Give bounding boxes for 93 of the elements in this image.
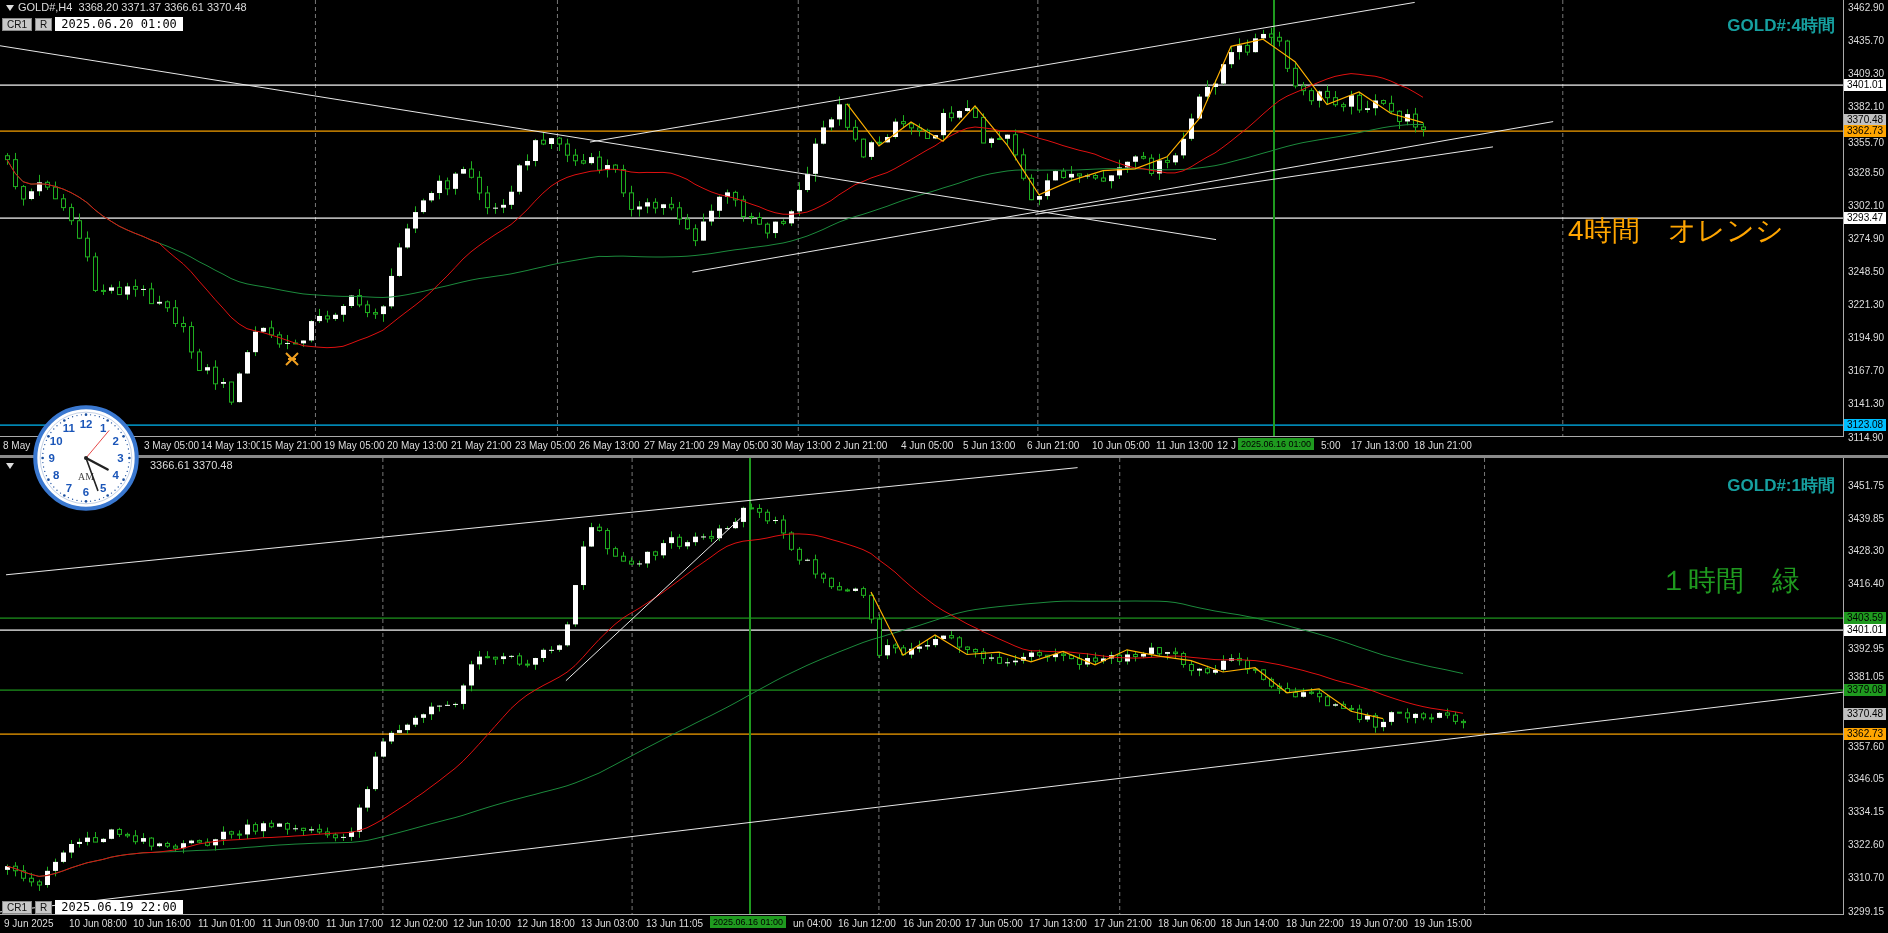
time-label: 17 Jun 05:00 [964, 918, 1024, 929]
price-label: 3382.10 [1848, 101, 1885, 113]
price-tag: 3293.47 [1844, 212, 1887, 224]
price-tag: 3379.08 [1844, 684, 1887, 696]
time-label: 8 May [2, 440, 32, 451]
symbol-info: GOLD#,H4 3368.20 3371.37 3366.61 3370.48 [18, 1, 247, 13]
price-tag: 3370.48 [1844, 114, 1887, 126]
time-label: 16 Jun 12:00 [837, 918, 897, 929]
price-label: 3416.40 [1848, 578, 1885, 590]
time-label: 6 Jun 21:00 [1026, 440, 1081, 451]
price-tag: 3401.01 [1844, 624, 1887, 636]
time-label: 10 Jun 05:00 [1091, 440, 1151, 451]
price-tag: 3370.48 [1844, 708, 1887, 720]
time-label: 12 J [1216, 440, 1237, 451]
time-label: 18 Jun 22:00 [1285, 918, 1345, 929]
price-label: 3462.90 [1848, 2, 1885, 14]
time-label: 19 May 05:00 [323, 440, 386, 451]
price-label: 3299.15 [1848, 906, 1885, 918]
time-label: 18 Jun 06:00 [1157, 918, 1217, 929]
symbol-info: 3366.61 3370.48 [150, 459, 233, 471]
date-field[interactable]: 2025.06.20 01:00 [55, 17, 183, 31]
time-label: 17 Jun 13:00 [1028, 918, 1088, 929]
time-label: 20 May 13:00 [386, 440, 449, 451]
price-label: 3346.05 [1848, 773, 1885, 785]
time-label: 21 May 21:00 [450, 440, 513, 451]
time-label: 12 Jun 10:00 [452, 918, 512, 929]
time-label: un 04:00 [792, 918, 833, 929]
price-tag: 3403.59 [1844, 612, 1887, 624]
price-label: 3428.30 [1848, 545, 1885, 557]
price-label: 3392.95 [1848, 643, 1885, 655]
time-label: 19 Jun 15:00 [1413, 918, 1473, 929]
chart-title: GOLD#:1時間 [1727, 475, 1835, 497]
toolbar-button[interactable]: CR1 [2, 17, 32, 31]
cursor-time-tag: 2025.06.16 01:00 [710, 916, 787, 928]
price-label: 3439.85 [1848, 513, 1885, 525]
toolbar-button[interactable]: R [35, 900, 53, 914]
time-label: 9 Jun 2025 [3, 918, 55, 929]
time-label: 11 Jun 17:00 [325, 918, 385, 929]
time-label: 3 May 05:00 [143, 440, 201, 451]
time-label: 12 Jun 02:00 [389, 918, 449, 929]
time-label: 5 Jun 13:00 [962, 440, 1017, 451]
price-label: 3274.90 [1848, 233, 1885, 245]
time-label: 16 Jun 20:00 [902, 918, 962, 929]
time-label: 10 Jun 08:00 [68, 918, 128, 929]
time-label: 11 Jun 13:00 [1155, 440, 1215, 451]
time-label: 26 May 13:00 [578, 440, 641, 451]
price-label: 3334.15 [1848, 806, 1885, 818]
price-tag: 3123.08 [1844, 419, 1887, 431]
time-label: 13 Jun 11:05 [645, 918, 705, 929]
time-label: 2 Jun 21:00 [834, 440, 889, 451]
price-label: 3328.50 [1848, 167, 1885, 179]
price-label: 3310.70 [1848, 872, 1885, 884]
time-label: 11 Jun 01:00 [197, 918, 257, 929]
price-label: 3322.60 [1848, 839, 1885, 851]
price-label: 3302.10 [1848, 200, 1885, 212]
time-label: 23 May 05:00 [514, 440, 577, 451]
price-label: 3221.30 [1848, 299, 1885, 311]
time-label: 10 Jun 16:00 [132, 918, 192, 929]
time-label: 18 Jun 14:00 [1220, 918, 1280, 929]
time-label: 19 Jun 07:00 [1349, 918, 1409, 929]
time-label: 11 Jun 09:00 [261, 918, 321, 929]
time-label: 5:00 [1320, 440, 1342, 451]
date-field[interactable]: 2025.06.19 22:00 [55, 900, 183, 914]
price-label: 3357.60 [1848, 741, 1885, 753]
time-label: 27 May 21:00 [643, 440, 706, 451]
time-label: 29 May 05:00 [707, 440, 770, 451]
price-label: 3248.50 [1848, 266, 1885, 278]
toolbar-button[interactable]: CR1 [2, 900, 32, 914]
price-label: 3409.30 [1848, 68, 1885, 80]
price-label: 3194.90 [1848, 332, 1885, 344]
chart-note: １時間 緑 [1660, 564, 1800, 598]
time-label: 30 May 13:00 [770, 440, 833, 451]
price-label: 3451.75 [1848, 480, 1885, 492]
price-tag: 3362.73 [1844, 125, 1887, 137]
cursor-time-tag: 2025.06.16 01:00 [1238, 438, 1315, 450]
time-label: 15 May 21:00 [260, 440, 323, 451]
price-label: 3114.90 [1848, 432, 1884, 444]
chart-title: GOLD#:4時間 [1727, 15, 1835, 37]
chart-note: 4時間 オレンシ [1568, 214, 1784, 248]
price-label: 3167.70 [1848, 365, 1885, 377]
time-label: 18 Jun 21:00 [1413, 440, 1473, 451]
time-label: 17 Jun 21:00 [1093, 918, 1153, 929]
time-label: 13 Jun 03:00 [580, 918, 640, 929]
time-label: 12 Jun 18:00 [516, 918, 576, 929]
price-label: 3355.70 [1848, 137, 1885, 149]
price-tag: 3362.73 [1844, 728, 1887, 740]
time-label: 4 Jun 05:00 [900, 440, 955, 451]
price-label: 3381.05 [1848, 671, 1885, 683]
time-label: 17 Jun 13:00 [1350, 440, 1410, 451]
price-label: 3435.70 [1848, 35, 1885, 47]
price-tag: 3401.01 [1844, 79, 1887, 91]
price-label: 3141.30 [1848, 398, 1885, 410]
toolbar-button[interactable]: R [35, 17, 53, 31]
